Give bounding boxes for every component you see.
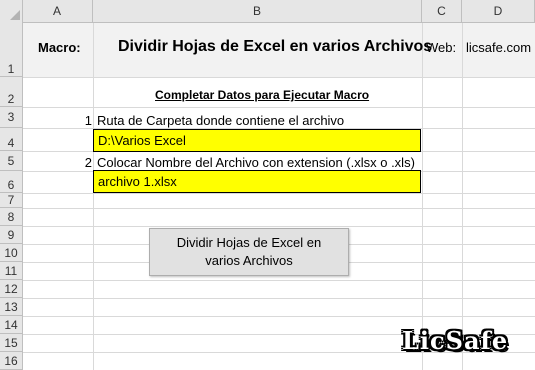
row-gridline bbox=[23, 208, 535, 209]
row-header-13[interactable]: 13 bbox=[0, 298, 22, 316]
web-label: Web: bbox=[426, 40, 457, 55]
row-gridline bbox=[23, 280, 535, 281]
macro-label: Macro: bbox=[38, 40, 81, 55]
row-header-2[interactable]: 2 bbox=[0, 77, 22, 107]
column-header-d[interactable]: D bbox=[462, 0, 535, 22]
row-header-column: 1 2 3 4 5 6 7 8 9 10 11 12 13 14 15 16 bbox=[0, 22, 23, 370]
row-header-11[interactable]: 11 bbox=[0, 262, 22, 280]
row-gridline bbox=[23, 193, 535, 194]
column-gridline bbox=[422, 22, 423, 370]
step-2-number: 2 bbox=[84, 155, 92, 170]
row-header-7[interactable]: 7 bbox=[0, 193, 22, 208]
column-header-a[interactable]: A bbox=[22, 0, 93, 22]
row-header-15[interactable]: 15 bbox=[0, 334, 22, 352]
row-header-12[interactable]: 12 bbox=[0, 280, 22, 298]
select-all-corner[interactable] bbox=[0, 0, 23, 22]
row-header-5[interactable]: 5 bbox=[0, 151, 22, 171]
select-all-triangle-icon bbox=[10, 10, 20, 20]
column-gridline bbox=[93, 22, 94, 370]
row-header-10[interactable]: 10 bbox=[0, 244, 22, 262]
column-header-c[interactable]: C bbox=[422, 0, 462, 22]
split-sheets-button-label: Dividir Hojas de Excel en varios Archivo… bbox=[176, 235, 322, 268]
licsafe-logo: LicSafe bbox=[402, 326, 509, 355]
folder-path-input[interactable]: D:\Varios Excel bbox=[93, 129, 421, 152]
row-gridline bbox=[23, 77, 535, 78]
spreadsheet: A B C D 1 2 3 4 5 6 7 8 9 10 11 12 13 14 15 16 Macro: D… bbox=[0, 0, 535, 370]
row-header-6[interactable]: 6 bbox=[0, 171, 22, 193]
column-header-b[interactable]: B bbox=[93, 0, 422, 22]
column-header-bar: A B C D bbox=[0, 0, 535, 23]
cell-grid[interactable] bbox=[23, 22, 535, 370]
section-title: Completar Datos para Ejecutar Macro bbox=[155, 88, 370, 102]
row-header-1[interactable]: 1 bbox=[0, 22, 22, 77]
step-2-label: Colocar Nombre del Archivo con extension… bbox=[97, 155, 415, 170]
file-name-input[interactable]: archivo 1.xlsx bbox=[93, 170, 421, 193]
web-value: licsafe.com bbox=[466, 40, 532, 55]
row-header-9[interactable]: 9 bbox=[0, 226, 22, 244]
split-sheets-button[interactable]: Dividir Hojas de Excel en varios Archivo… bbox=[149, 228, 349, 276]
page-title: Dividir Hojas de Excel en varios Archivo… bbox=[118, 38, 433, 55]
row-header-8[interactable]: 8 bbox=[0, 208, 22, 226]
row-gridline bbox=[23, 107, 535, 108]
step-1-label: Ruta de Carpeta donde contiene el archiv… bbox=[97, 113, 345, 128]
step-1-number: 1 bbox=[84, 113, 92, 128]
row-header-3[interactable]: 3 bbox=[0, 107, 22, 128]
row-header-14[interactable]: 14 bbox=[0, 316, 22, 334]
row-gridline bbox=[23, 226, 535, 227]
row-header-16[interactable]: 16 bbox=[0, 352, 22, 370]
row-header-4[interactable]: 4 bbox=[0, 128, 22, 151]
row-gridline bbox=[23, 316, 535, 317]
row-gridline bbox=[23, 298, 535, 299]
column-gridline bbox=[462, 22, 463, 370]
